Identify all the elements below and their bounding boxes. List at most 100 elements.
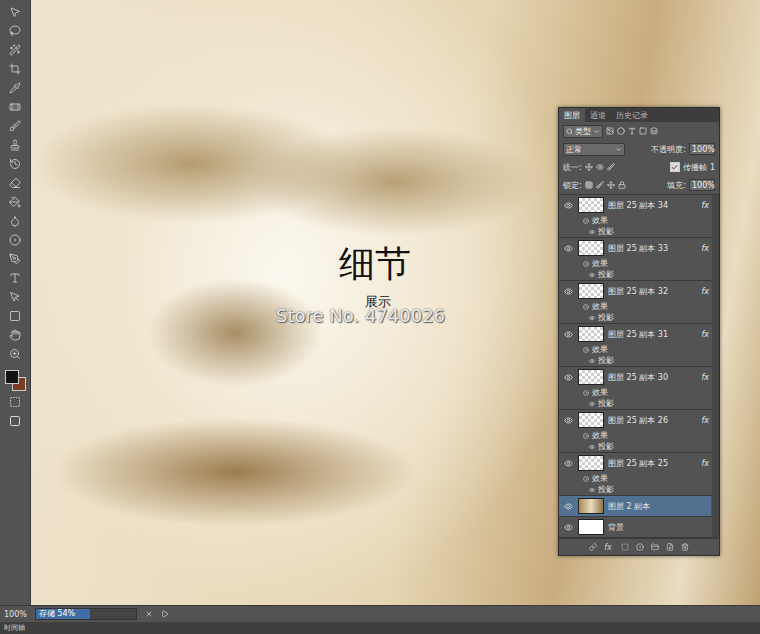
quick-mask-icon[interactable] (9, 396, 21, 408)
unify-visibility-icon[interactable] (596, 163, 604, 171)
timeline-bar[interactable]: 时间轴 (0, 622, 760, 634)
bucket-icon[interactable] (9, 196, 21, 208)
visibility-toggle[interactable] (562, 330, 574, 339)
type-filter-icon[interactable] (628, 127, 636, 135)
visibility-toggle[interactable] (562, 416, 574, 425)
effects-icon[interactable] (583, 261, 589, 267)
effects-row[interactable]: 效果 (559, 215, 711, 226)
folder-icon[interactable] (651, 543, 659, 551)
link-icon[interactable] (589, 543, 597, 551)
unify-style-icon[interactable] (607, 163, 615, 171)
fill-field[interactable]: 100% (689, 179, 715, 191)
effects-icon[interactable] (583, 347, 589, 353)
new-layer-icon[interactable] (666, 543, 674, 551)
adjustment-filter-icon[interactable] (617, 127, 625, 135)
dodge-icon[interactable] (9, 234, 21, 246)
effect-row[interactable]: 投影 (559, 441, 711, 452)
effect-row[interactable]: 投影 (559, 398, 711, 409)
layer-row[interactable]: 背景 (559, 517, 711, 537)
screen-mode-icon[interactable] (9, 415, 21, 427)
pen-tool[interactable] (5, 251, 25, 267)
effect-row[interactable]: 投影 (559, 312, 711, 323)
zoom-level[interactable]: 100% (4, 610, 27, 619)
history-brush-tool[interactable] (5, 156, 25, 172)
effects-icon[interactable] (583, 390, 589, 396)
eye-icon[interactable] (564, 502, 573, 511)
layer-fx-badge[interactable]: fx (701, 416, 711, 425)
eye-icon[interactable] (564, 523, 573, 532)
panel-tab[interactable]: 历史记录 (611, 108, 653, 122)
effects-row[interactable]: 效果 (559, 430, 711, 441)
eye-icon[interactable] (589, 229, 595, 235)
zoom-tool[interactable] (5, 346, 25, 362)
visibility-toggle[interactable] (562, 201, 574, 210)
blur-tool[interactable] (5, 213, 25, 229)
adjustment-icon[interactable] (636, 543, 644, 551)
eraser-icon[interactable] (9, 177, 21, 189)
quick-mask-tool[interactable] (5, 394, 25, 410)
eraser-tool[interactable] (5, 175, 25, 191)
propagate-checkbox[interactable] (670, 162, 680, 172)
eye-icon[interactable] (564, 373, 573, 382)
unify-position-icon[interactable] (585, 163, 593, 171)
dropdown-icon[interactable] (593, 128, 600, 135)
eye-icon[interactable] (564, 330, 573, 339)
screen-mode-tool[interactable] (5, 413, 25, 429)
filter-kind-select[interactable]: 类型 (563, 125, 603, 138)
layer-row[interactable]: 图层 2 副本 (559, 496, 711, 516)
layer-row[interactable]: 图层 25 副本 31fx (559, 324, 711, 344)
effects-icon[interactable] (583, 304, 589, 310)
shape-icon[interactable] (9, 310, 21, 322)
layer-fx-badge[interactable]: fx (701, 459, 711, 468)
panel-tab[interactable]: 通道 (585, 108, 611, 122)
effect-row[interactable]: 投影 (559, 355, 711, 366)
lasso-icon[interactable] (9, 25, 21, 37)
hand-tool[interactable] (5, 327, 25, 343)
eye-icon[interactable] (589, 358, 595, 364)
lock-transparent-icon[interactable] (585, 181, 593, 189)
layer-row[interactable]: 图层 25 副本 25fx (559, 453, 711, 473)
move-tool[interactable] (5, 4, 25, 20)
visibility-toggle[interactable] (562, 373, 574, 382)
mask-icon[interactable] (621, 543, 629, 551)
layer-fx-badge[interactable]: fx (701, 373, 711, 382)
stamp-tool[interactable] (5, 137, 25, 153)
smart-object-filter-icon[interactable] (650, 127, 658, 135)
magic-wand-tool[interactable] (5, 42, 25, 58)
shape-filter-icon[interactable] (639, 127, 647, 135)
layer-fx-badge[interactable]: fx (701, 201, 711, 210)
layer-scrollbar[interactable] (712, 195, 719, 538)
eye-icon[interactable] (589, 315, 595, 321)
healing-icon[interactable] (9, 101, 21, 113)
document-canvas[interactable]: 细节展示Store No. 4740026图层通道历史记录类型正常不透明度:10… (31, 0, 760, 605)
effect-row[interactable]: 投影 (559, 269, 711, 280)
eyedropper-tool[interactable] (5, 80, 25, 96)
effects-row[interactable]: 效果 (559, 258, 711, 269)
shape-tool[interactable] (5, 308, 25, 324)
effect-row[interactable]: 投影 (559, 484, 711, 495)
move-icon[interactable] (9, 6, 21, 18)
eye-icon[interactable] (589, 401, 595, 407)
cancel-icon[interactable] (145, 610, 153, 618)
add-style-button[interactable]: fx (604, 543, 614, 552)
effects-row[interactable]: 效果 (559, 387, 711, 398)
lasso-tool[interactable] (5, 23, 25, 39)
effects-row[interactable]: 效果 (559, 473, 711, 484)
layer-fx-badge[interactable]: fx (701, 330, 711, 339)
eye-icon[interactable] (564, 244, 573, 253)
eye-icon[interactable] (564, 416, 573, 425)
layer-row[interactable]: 图层 25 副本 33fx (559, 238, 711, 258)
history-brush-icon[interactable] (9, 158, 21, 170)
play-icon[interactable] (161, 610, 169, 618)
bucket-tool[interactable] (5, 194, 25, 210)
pen-icon[interactable] (9, 253, 21, 265)
layer-fx-badge[interactable]: fx (701, 287, 711, 296)
color-swatches[interactable] (4, 369, 26, 391)
hand-icon[interactable] (9, 329, 21, 341)
eyedropper-icon[interactable] (9, 82, 21, 94)
effects-icon[interactable] (583, 476, 589, 482)
layer-row[interactable]: 图层 25 副本 26fx (559, 410, 711, 430)
visibility-toggle[interactable] (562, 287, 574, 296)
check-icon[interactable] (671, 164, 678, 171)
effects-row[interactable]: 效果 (559, 301, 711, 312)
